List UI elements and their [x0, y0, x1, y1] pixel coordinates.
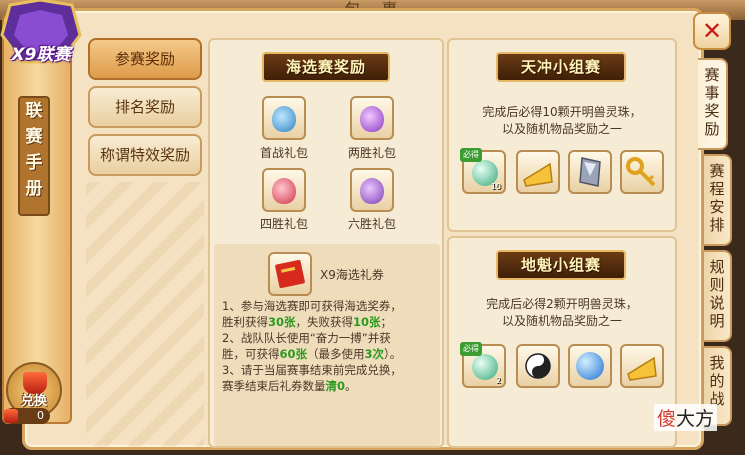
tab-rules[interactable]: 规则说明 — [702, 250, 732, 342]
note-line: 3、请于当届赛事结束前完成兑换， — [222, 363, 402, 377]
close-icon: ✕ — [701, 17, 723, 45]
spirit-orb-item[interactable]: 必得 10 — [460, 148, 506, 194]
reward-item[interactable] — [568, 150, 612, 194]
note-line: 胜利获得30张，失败获得10张； — [222, 315, 393, 329]
reward-item[interactable] — [262, 96, 306, 140]
spirit-orb-item[interactable]: 必得 2 — [460, 342, 506, 388]
blue-orb-icon — [576, 352, 604, 380]
tab-schedule[interactable]: 赛程安排 — [702, 154, 732, 246]
close-button[interactable]: ✕ — [693, 12, 731, 50]
item-count: 2 — [495, 376, 501, 385]
key-icon — [626, 157, 656, 187]
item-count: 10 — [490, 182, 501, 191]
tianchong-title: 天冲小组赛 — [496, 52, 626, 82]
note-line: 胜，可获得60张（最多使用3次）。 — [222, 347, 402, 361]
gem-icon — [4, 409, 18, 423]
note-line: 赛季结束后礼券数量清0。 — [222, 379, 357, 393]
banner-char: 手 — [25, 153, 43, 173]
dikui-desc: 完成后必得2颗开明兽灵珠， 以及随机物品奖励之一 — [486, 297, 638, 328]
purple-gift-bag-icon — [360, 106, 384, 132]
haixuan-title: 海选赛奖励 — [262, 52, 390, 82]
reward-item[interactable] — [620, 150, 664, 194]
haixuan-notes: 1、参与海选赛即可获得海选奖券， 胜利获得30张，失败获得10张； 2、战队队长… — [222, 298, 438, 394]
ticket-counter: 0 — [4, 408, 50, 424]
ticket-count: 0 — [37, 409, 44, 422]
reward-item[interactable] — [350, 96, 394, 140]
item-label: 四胜礼包 — [259, 217, 308, 231]
crystal-icon — [579, 157, 601, 187]
violet-gift-bag-icon — [360, 178, 384, 204]
menu-title-effect-reward[interactable]: 称谓特效奖励 — [88, 134, 202, 176]
reward-item[interactable] — [568, 344, 612, 388]
reward-item[interactable] — [262, 168, 306, 212]
dikui-title: 地魁小组赛 — [496, 250, 626, 280]
reward-item[interactable] — [516, 344, 560, 388]
spirit-orb-icon — [472, 354, 498, 380]
yinyang-icon — [525, 353, 551, 379]
ticket-item[interactable] — [268, 252, 312, 296]
reward-item[interactable] — [350, 168, 394, 212]
note-line: 2、战队队长使用“奋力一搏”并获 — [222, 331, 391, 345]
watermark: 傻大方 — [654, 404, 718, 431]
item-label: 两胜礼包 — [347, 146, 396, 160]
exchange-label: 兑换 — [20, 394, 47, 409]
reward-item[interactable] — [516, 150, 560, 194]
menu-background — [86, 182, 204, 448]
logo-text: X9联赛 — [11, 45, 71, 65]
red-gift-bag-icon — [272, 178, 296, 204]
item-label: 六胜礼包 — [347, 217, 396, 231]
banner-char: 册 — [25, 179, 43, 199]
tab-event-reward[interactable]: 赛事奖励 — [698, 58, 728, 150]
red-ticket-icon — [275, 259, 305, 289]
note-line: 1、参与海选赛即可获得海选奖券， — [222, 299, 402, 313]
banner-char: 赛 — [25, 127, 43, 147]
menu-participation-reward[interactable]: 参赛奖励 — [88, 38, 202, 80]
item-label: 首战礼包 — [259, 146, 308, 160]
cheese-icon — [523, 162, 553, 187]
banner-title: 联 赛 手 册 — [18, 96, 50, 216]
banner-char: 联 — [25, 101, 43, 121]
reward-item[interactable] — [620, 344, 664, 388]
must-get-badge: 必得 — [460, 148, 482, 162]
blue-gift-bag-icon — [272, 106, 296, 132]
must-get-badge: 必得 — [460, 342, 482, 356]
cheese-icon — [627, 356, 657, 381]
tianchong-desc: 完成后必得10颗开明兽灵珠， 以及随机物品奖励之一 — [482, 105, 642, 136]
ticket-label: X9海选礼券 — [320, 268, 384, 282]
menu-ranking-reward[interactable]: 排名奖励 — [88, 86, 202, 128]
